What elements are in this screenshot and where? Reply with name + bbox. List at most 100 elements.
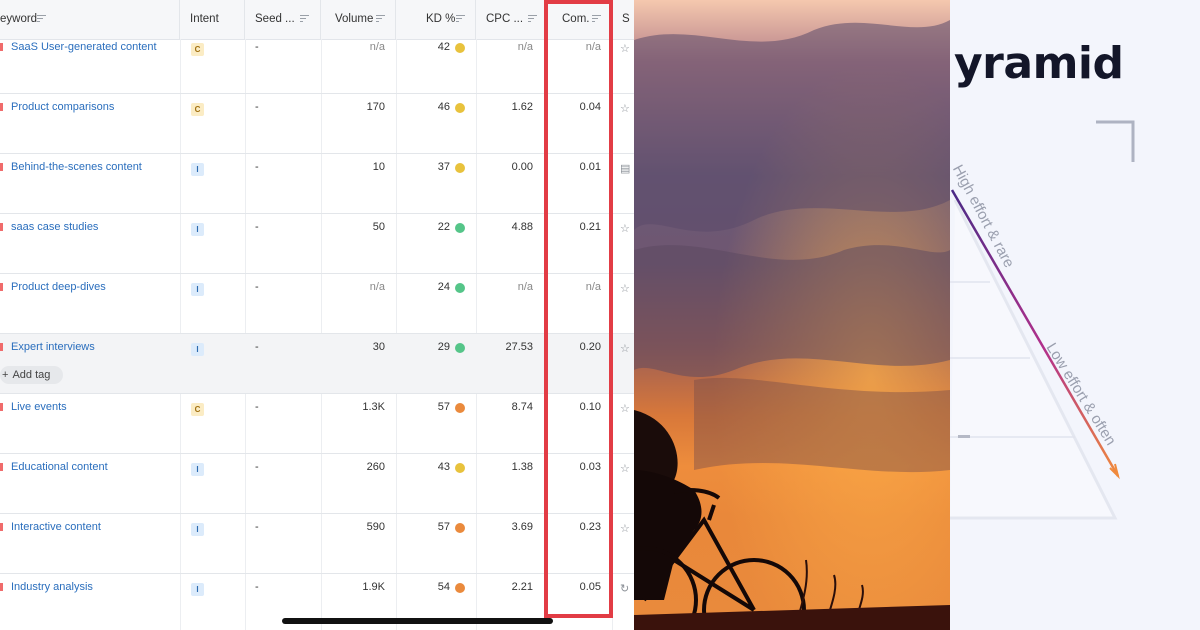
- keyword-link[interactable]: Product comparisons: [11, 101, 114, 113]
- table-row[interactable]: Live events C -1.3K 57 8.74 0.10 ☆: [0, 394, 634, 454]
- sort-icon[interactable]: [456, 15, 465, 23]
- seed-cell: -: [255, 581, 259, 593]
- table-row[interactable]: SaaS User-generated content C - n/a 42 n/a n/a…: [0, 34, 634, 94]
- keyword-link[interactable]: SaaS User-generated content: [11, 41, 157, 53]
- add-tag-button[interactable]: + Add tag: [0, 366, 64, 384]
- volume-cell: 590: [366, 521, 385, 533]
- keyword-link[interactable]: Behind-the-scenes content: [11, 161, 142, 173]
- table-row[interactable]: Expert interviews I -30 29 27.53 0.20 ☆ + Add ta…: [0, 334, 634, 394]
- sort-icon[interactable]: [37, 15, 46, 23]
- row-marker: [0, 403, 3, 411]
- keyword-link[interactable]: Interactive content: [11, 521, 101, 533]
- column-label: Seed ...: [255, 13, 295, 25]
- volume-cell: 170: [366, 101, 385, 113]
- sort-icon[interactable]: [300, 15, 309, 23]
- kd-difficulty-dot: [455, 523, 465, 533]
- table-row[interactable]: saas case studies I -50 22 4.88 0.21 ☆: [0, 214, 634, 274]
- kd-difficulty-dot: [455, 163, 465, 173]
- pyramid-graphic-panel: [950, 0, 1200, 630]
- cpc-cell: 3.69: [511, 521, 533, 533]
- star-icon[interactable]: ☆: [620, 462, 630, 475]
- volume-cell: n/a: [369, 281, 385, 293]
- refresh-icon[interactable]: ↻: [620, 582, 629, 595]
- kd-difficulty-dot: [455, 583, 465, 593]
- row-marker: [0, 43, 3, 51]
- seed-cell: -: [255, 281, 259, 293]
- kd-cell: 29: [437, 341, 450, 353]
- seed-cell: -: [255, 41, 259, 53]
- seed-cell: -: [255, 221, 259, 233]
- star-icon[interactable]: ☆: [620, 402, 630, 415]
- intent-badge: I: [191, 283, 204, 296]
- kd-cell: 43: [437, 461, 450, 473]
- kd-cell: 57: [437, 521, 450, 533]
- table-row[interactable]: Product deep-dives I - n/a 24 n/a n/a ☆: [0, 274, 634, 334]
- column-label: eyword: [0, 13, 38, 25]
- cpc-cell: 1.38: [511, 461, 533, 473]
- kd-difficulty-dot: [455, 283, 465, 293]
- intent-badge: I: [191, 583, 204, 596]
- star-icon[interactable]: ☆: [620, 222, 630, 235]
- column-label: CPC ...: [486, 13, 524, 25]
- keyword-link[interactable]: Expert interviews: [11, 341, 95, 353]
- row-marker: [0, 523, 3, 531]
- table-row[interactable]: Educational content I -260 43 1.38 0.03 ☆: [0, 454, 634, 514]
- kd-cell: 57: [437, 401, 450, 413]
- keyword-link[interactable]: Educational content: [11, 461, 108, 473]
- table-row[interactable]: Product comparisons C -170 46 1.62 0.04 ☆: [0, 94, 634, 154]
- intent-badge: I: [191, 163, 204, 176]
- row-marker: [0, 583, 3, 591]
- volume-cell: 50: [372, 221, 385, 233]
- volume-cell: 1.9K: [362, 581, 385, 593]
- volume-cell: 260: [366, 461, 385, 473]
- column-label: KD %: [426, 13, 456, 25]
- column-label: S: [622, 13, 630, 25]
- seed-cell: -: [255, 521, 259, 533]
- cpc-cell: 2.21: [511, 581, 533, 593]
- kd-cell: 24: [437, 281, 450, 293]
- star-icon[interactable]: ☆: [620, 342, 630, 355]
- column-label: Volume: [335, 13, 374, 25]
- star-icon[interactable]: ☆: [620, 42, 630, 55]
- cpc-cell: n/a: [517, 281, 533, 293]
- pyramid-title: yramid: [954, 38, 1124, 89]
- sort-icon[interactable]: [528, 15, 537, 23]
- intent-badge: I: [191, 523, 204, 536]
- seed-cell: -: [255, 161, 259, 173]
- table-row[interactable]: Behind-the-scenes content I -10 37 0.00 0.01 ▤: [0, 154, 634, 214]
- cpc-cell: n/a: [517, 41, 533, 53]
- intent-badge: I: [191, 223, 204, 236]
- sort-icon[interactable]: [376, 15, 385, 23]
- keyword-link[interactable]: Industry analysis: [11, 581, 93, 593]
- seed-cell: -: [255, 341, 259, 353]
- kd-cell: 46: [437, 101, 450, 113]
- volume-cell: 30: [372, 341, 385, 353]
- row-marker: [0, 223, 3, 231]
- volume-cell: 10: [372, 161, 385, 173]
- seed-cell: -: [255, 101, 259, 113]
- seed-cell: -: [255, 401, 259, 413]
- intent-badge: I: [191, 343, 204, 356]
- row-marker: [0, 283, 3, 291]
- table-row[interactable]: Interactive content I -590 57 3.69 0.23 ☆: [0, 514, 634, 574]
- kd-difficulty-dot: [455, 43, 465, 53]
- competition-column-highlight: [544, 0, 613, 618]
- keyword-link[interactable]: Live events: [11, 401, 67, 413]
- kd-difficulty-dot: [455, 463, 465, 473]
- plus-icon: +: [2, 369, 9, 381]
- kd-difficulty-dot: [455, 403, 465, 413]
- cpc-cell: 8.74: [511, 401, 533, 413]
- row-marker: [0, 103, 3, 111]
- star-icon[interactable]: ☆: [620, 102, 630, 115]
- horizontal-scrollbar[interactable]: [282, 618, 553, 624]
- cpc-cell: 1.62: [511, 101, 533, 113]
- intent-badge: C: [191, 103, 204, 116]
- keyword-link[interactable]: Product deep-dives: [11, 281, 106, 293]
- sunset-scene: [634, 0, 950, 630]
- intent-badge: C: [191, 43, 204, 56]
- keyword-link[interactable]: saas case studies: [11, 221, 98, 233]
- row-marker: [0, 163, 3, 171]
- star-icon[interactable]: ☆: [620, 522, 630, 535]
- document-icon[interactable]: ▤: [620, 162, 630, 175]
- star-icon[interactable]: ☆: [620, 282, 630, 295]
